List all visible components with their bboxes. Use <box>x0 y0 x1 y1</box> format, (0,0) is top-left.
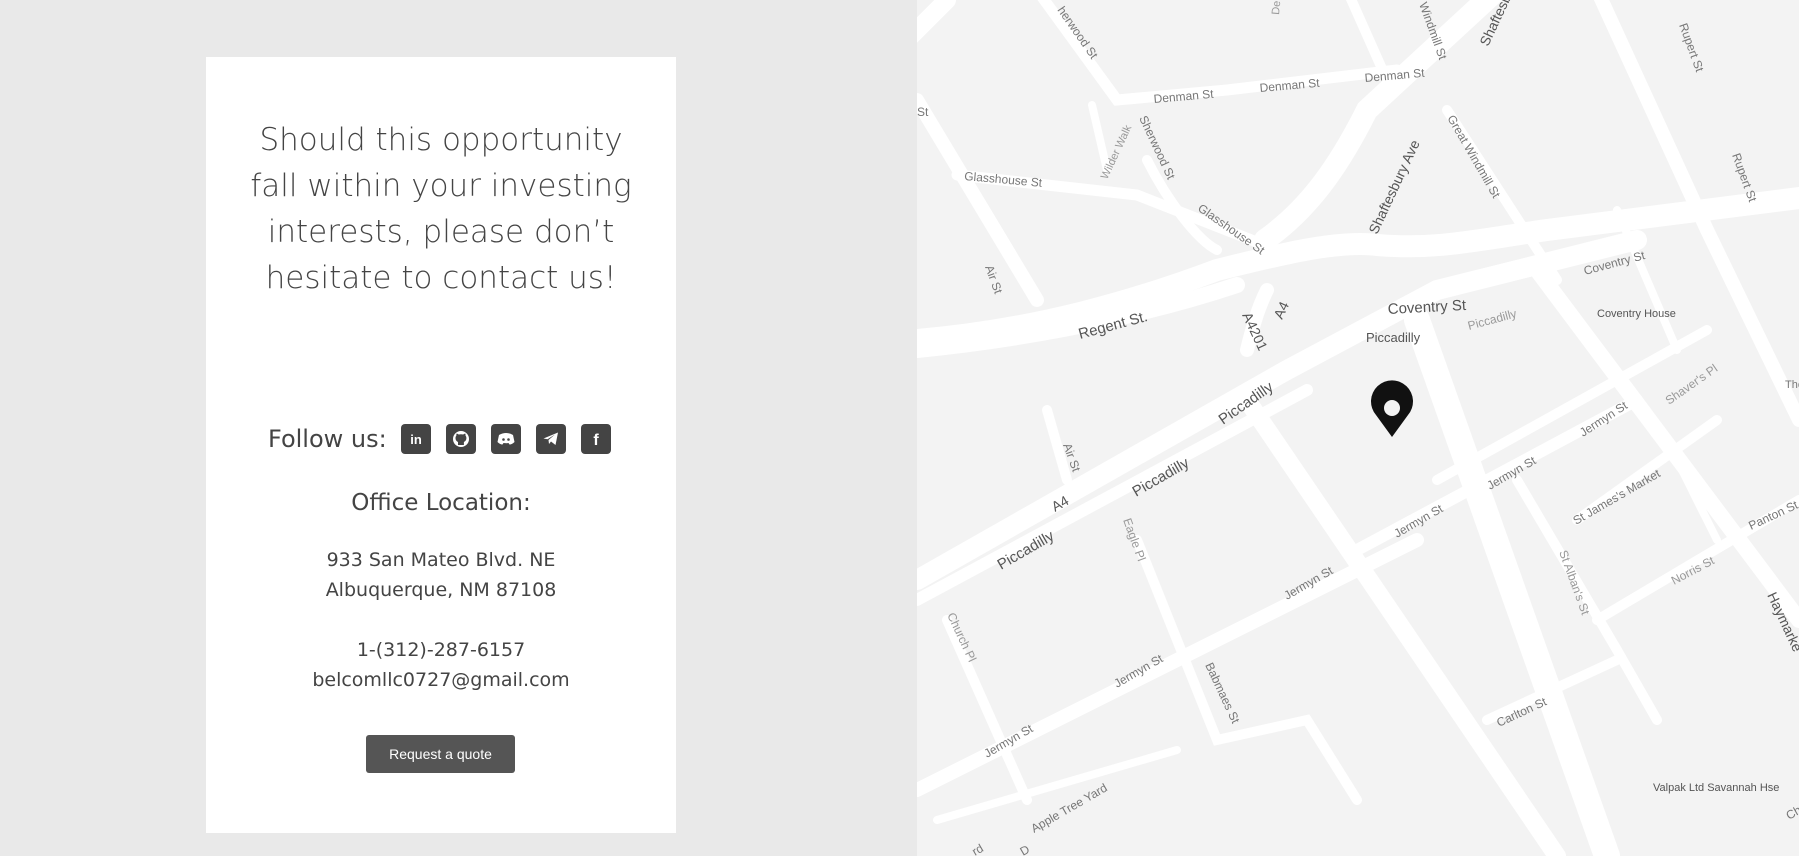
telegram-link[interactable] <box>535 424 566 454</box>
contact-card: Should this opportunity fall within your… <box>206 57 676 833</box>
follow-us-row: Follow us: in f <box>268 423 611 455</box>
svg-text:in: in <box>410 432 422 447</box>
map-canvas[interactable]: herwood St Denman St Denman St Denman St… <box>917 0 1799 856</box>
follow-us-label: Follow us: <box>268 425 387 453</box>
github-link[interactable] <box>445 424 476 454</box>
address-line-2: Albuquerque, NM 87108 <box>325 579 557 601</box>
map-label: The <box>1785 379 1799 391</box>
discord-link[interactable] <box>490 424 521 454</box>
contact-panel: Should this opportunity fall within your… <box>0 0 917 856</box>
facebook-icon: f <box>593 432 599 449</box>
location-map[interactable]: herwood St Denman St Denman St Denman St… <box>917 0 1799 856</box>
map-label: De <box>1270 0 1283 15</box>
address-line-1: 933 San Mateo Blvd. NE <box>326 549 556 571</box>
office-location-heading: Office Location: <box>351 490 531 516</box>
facebook-link[interactable]: f <box>580 424 611 454</box>
map-label: Piccadilly <box>1366 330 1421 345</box>
linkedin-link[interactable]: in <box>400 424 431 454</box>
page-title: Should this opportunity fall within your… <box>250 122 632 296</box>
map-label: Coventry House <box>1597 308 1676 320</box>
contact-details: 1-(312)-287-6157 belcomllc0727@gmail.com <box>206 635 676 695</box>
github-icon <box>452 431 469 447</box>
request-quote-button[interactable]: Request a quote <box>366 735 515 773</box>
svg-text:f: f <box>593 432 599 449</box>
map-label: Valpak Ltd Savannah Hse <box>1653 782 1779 794</box>
discord-icon <box>497 433 515 445</box>
email-address: belcomllc0727@gmail.com <box>312 669 570 691</box>
telegram-icon <box>543 432 558 445</box>
map-label: St <box>917 105 929 119</box>
office-address: 933 San Mateo Blvd. NE Albuquerque, NM 8… <box>206 545 676 605</box>
linkedin-icon: in <box>410 432 422 447</box>
phone-number: 1-(312)-287-6157 <box>356 639 526 661</box>
